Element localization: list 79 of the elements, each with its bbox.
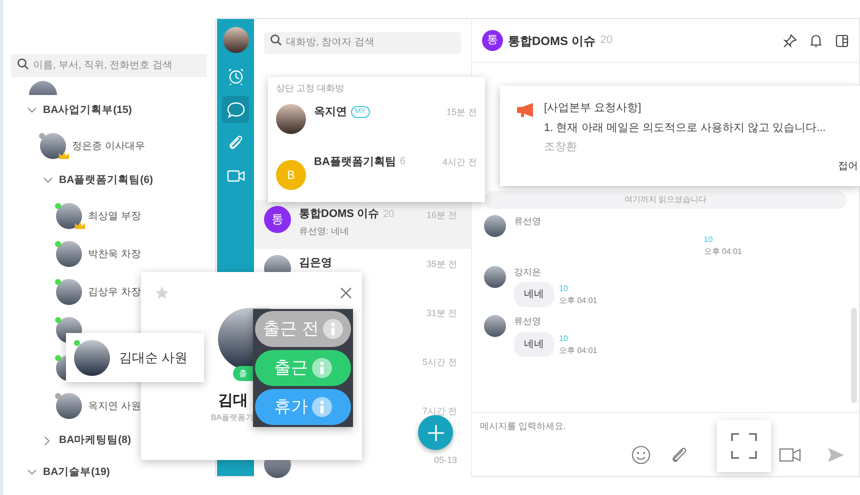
person-name[interactable]: 옥지연 사원 [88, 398, 141, 414]
video-camera-icon[interactable] [779, 447, 801, 463]
room-name: BA플랫폼기획팀 [314, 154, 396, 170]
message-time: 오후 04:01 [704, 246, 742, 258]
room-time: 31분 전 [426, 306, 457, 320]
fullscreen-icon [731, 433, 757, 459]
room-time: 4시간 전 [442, 156, 477, 168]
avatar-photo [56, 203, 82, 229]
avatar-photo [484, 266, 506, 288]
person-name: 김대순 사원 [119, 348, 188, 367]
tree-group[interactable]: BA마케팅팀(8) [43, 433, 131, 449]
avatar-photo [56, 279, 82, 305]
message-input[interactable]: 메시지를 입력하세요. [480, 419, 851, 433]
chat-title: 통합DOMS 이슈 [508, 32, 596, 50]
tree-group[interactable]: BA플랫폼기획팀(6) [43, 173, 153, 189]
unread-count: 10 [559, 283, 569, 295]
message-bubble: 네네 [514, 282, 554, 307]
star-icon[interactable] [155, 286, 169, 300]
avatar-photo [276, 104, 306, 134]
read-marker: 여기까지 읽으셨습니다 [484, 191, 847, 209]
info-icon [312, 358, 332, 378]
member-count: 20 [600, 33, 613, 48]
message-bubble: 네네 [514, 332, 554, 356]
profile-department: BA플랫폼기 [211, 412, 254, 424]
avatar-photo [484, 315, 506, 337]
megaphone-icon [516, 103, 534, 117]
room-time: 5시간 전 [422, 356, 457, 368]
message-time: 오후 04:01 [559, 295, 598, 307]
sender-name: 강지은 [514, 266, 542, 278]
person-name[interactable]: 김상우 차장 [88, 284, 141, 300]
avatar-photo [484, 215, 506, 237]
fullscreen-button[interactable] [717, 420, 771, 472]
room-time: 35분 전 [426, 258, 457, 270]
room-time: 05-13 [434, 454, 457, 466]
room-time: 16분 전 [426, 208, 457, 222]
panel-layout-icon[interactable] [835, 34, 849, 48]
unread-count: 10 [704, 234, 714, 246]
room-avatar: 통 [482, 30, 503, 51]
avatar-photo [40, 133, 66, 159]
avatar-photo [56, 241, 82, 267]
notice-text: 1. 현재 아래 메일은 의도적으로 사용하지 않고 있습니다... [544, 120, 827, 136]
tree-group[interactable]: BA사업기획부(15) [27, 103, 132, 119]
message-time: 오후 04:01 [559, 344, 598, 356]
search-field[interactable]: 대화방, 참여자 검색 [264, 32, 461, 54]
person-name[interactable]: 최상열 부장 [88, 208, 141, 224]
status-badge: 출 [233, 366, 253, 381]
room-name: 통합DOMS 이슈 [299, 206, 380, 222]
avatar-photo [74, 340, 110, 376]
profile-name: 김대 [218, 391, 248, 411]
section-heading: 상단 고정 대화방 [276, 82, 346, 95]
room-time: 7시간 전 [422, 404, 457, 418]
room-name: 옥지연 [314, 104, 347, 120]
info-icon [322, 319, 343, 339]
room-name: 김은영 [299, 256, 332, 270]
member-count: 6 [400, 155, 406, 170]
notice-author: 조창환 [544, 140, 578, 155]
room-avatar: 통 [264, 206, 291, 232]
notice-title: [사업본부 요청사항] [544, 101, 642, 116]
pin-icon[interactable] [783, 34, 797, 48]
search-field[interactable]: 이름, 부서, 직위, 전화번호 검색 [11, 54, 207, 77]
chat-bubble-icon [226, 100, 246, 120]
sender-name: 류선영 [514, 315, 542, 328]
smiley-icon[interactable] [631, 445, 651, 465]
person-name[interactable]: 박찬욱 차장 [88, 246, 141, 262]
bell-icon[interactable] [809, 34, 823, 48]
tree-group[interactable]: BA기술부(19) [27, 465, 110, 481]
person-name[interactable]: 정은종 이사대우 [72, 138, 145, 154]
message-preview: 류선영: 네네 [299, 225, 350, 238]
nav-chat-button[interactable] [222, 96, 249, 123]
sender-name: 류선영 [514, 215, 542, 228]
unread-count: 10 [559, 332, 569, 344]
room-avatar: B [276, 160, 306, 190]
info-icon [312, 397, 332, 417]
collapse-link[interactable]: 접어 [838, 158, 858, 174]
room-time: 15분 전 [446, 106, 477, 118]
profile-avatar[interactable] [222, 27, 248, 53]
plus-icon [428, 424, 444, 440]
close-icon[interactable] [340, 287, 352, 299]
avatar-photo [56, 393, 82, 419]
